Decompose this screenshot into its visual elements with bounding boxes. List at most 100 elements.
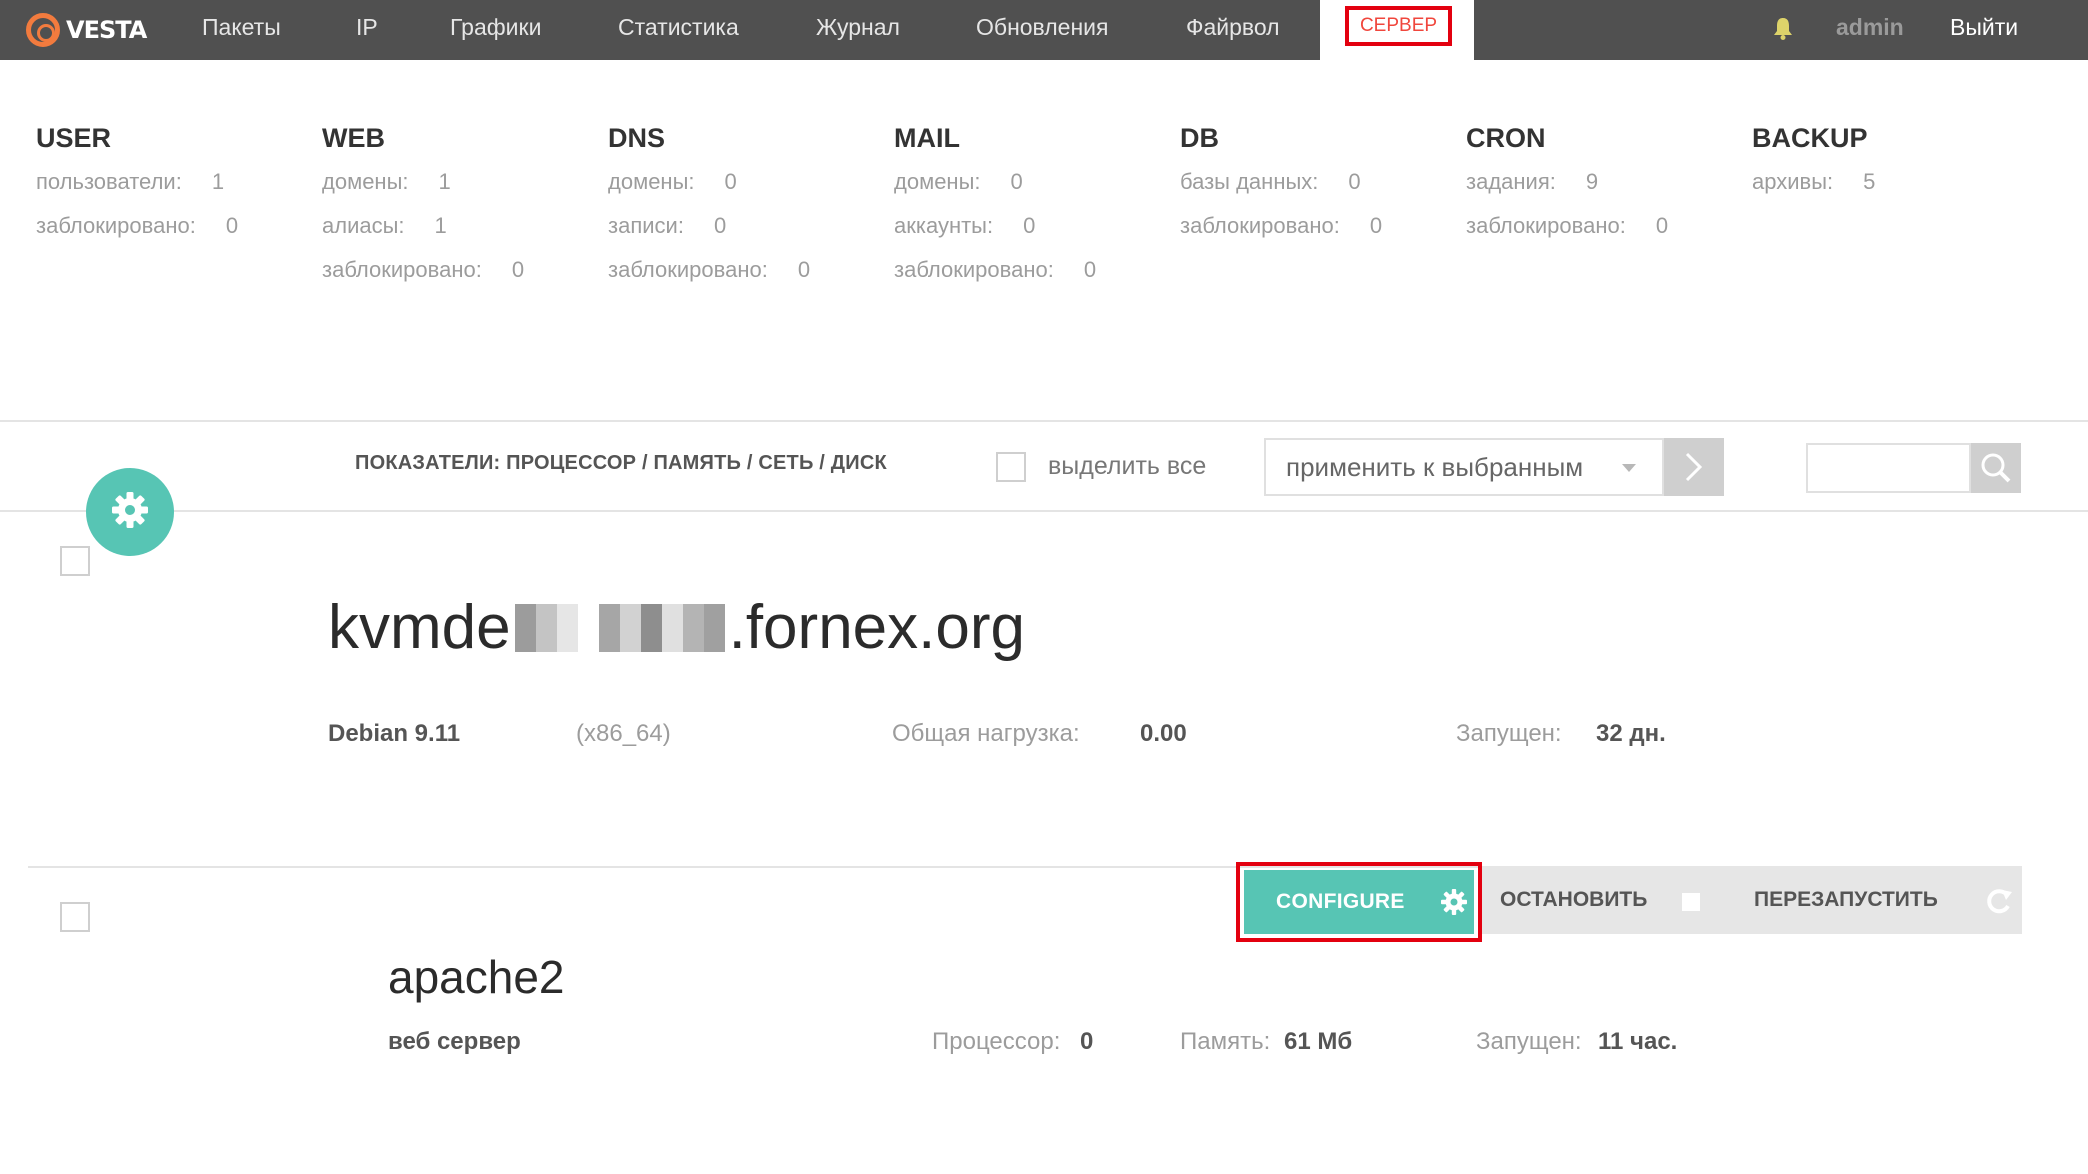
stats-dns-title[interactable]: DNS <box>608 120 810 156</box>
stat-value: 9 <box>1585 169 1599 194</box>
stats-db-title[interactable]: DB <box>1180 120 1382 156</box>
stats-user: USER пользователи: 1 заблокировано: 0 <box>36 120 238 244</box>
app-root: VESTA Пакеты IP Графики Статистика Журна… <box>0 0 2088 1174</box>
configure-button[interactable]: CONFIGURE <box>1244 870 1474 934</box>
stat-value: 0 <box>1655 213 1669 238</box>
server-hostname: kvmde .fornex.org <box>328 592 1025 663</box>
stats-web-title[interactable]: WEB <box>322 120 524 156</box>
server-arch: (x86_64) <box>576 720 671 747</box>
top-nav-bar: VESTA Пакеты IP Графики Статистика Журна… <box>0 0 2088 60</box>
stats-web: WEB домены: 1 алиасы: 1 заблокировано: 0 <box>322 120 524 288</box>
server-settings-button[interactable] <box>86 468 174 556</box>
stat-label: домены: <box>608 169 695 194</box>
stat-value: 1 <box>438 169 451 194</box>
service-cpu-label: Процессор: <box>932 1028 1061 1055</box>
stat-value: 0 <box>511 257 525 282</box>
nav-item-graphs[interactable]: Графики <box>450 0 541 60</box>
select-all-label[interactable]: выделить все <box>1048 452 1206 481</box>
stat-label: архивы: <box>1752 169 1834 194</box>
stop-button-label: ОСТАНОВИТЬ <box>1500 888 1648 911</box>
stat-label: аккаунты: <box>894 213 994 238</box>
nav-item-log[interactable]: Журнал <box>816 0 900 60</box>
stop-icon <box>1682 893 1700 911</box>
stat-value: 0 <box>1023 213 1036 238</box>
stat-label: записи: <box>608 213 684 238</box>
stat-label: заблокировано: <box>36 213 196 238</box>
nav-item-ip[interactable]: IP <box>356 0 378 60</box>
stat-value: 1 <box>211 169 225 194</box>
vesta-logo[interactable]: VESTA <box>26 10 147 50</box>
metrics-link[interactable]: ПОКАЗАТЕЛИ: ПРОЦЕССОР / ПАМЯТЬ / СЕТЬ / … <box>355 452 887 475</box>
stat-label: базы данных: <box>1180 169 1319 194</box>
stat-row: базы данных: 0 <box>1180 164 1382 200</box>
toolbar-top-divider <box>0 420 2088 422</box>
service-select-checkbox[interactable] <box>60 902 90 932</box>
apply-action-select[interactable]: применить к выбранным <box>1264 438 1664 496</box>
select-all-checkbox[interactable] <box>996 452 1026 482</box>
stat-row: пользователи: 1 <box>36 164 238 200</box>
stat-label: заблокировано: <box>322 257 482 282</box>
chevron-right-icon <box>1685 452 1703 482</box>
stat-value: 0 <box>1010 169 1023 194</box>
stat-label: задания: <box>1466 169 1556 194</box>
stat-label: заблокировано: <box>894 257 1054 282</box>
stats-cron: CRON задания: 9 заблокировано: 0 <box>1466 120 1668 244</box>
gear-icon <box>112 492 148 528</box>
stat-value: 0 <box>797 257 811 282</box>
nav-item-packages[interactable]: Пакеты <box>202 0 281 60</box>
restart-button[interactable]: ПЕРЕЗАПУСТИТЬ <box>1732 866 2022 934</box>
stat-row: домены: 0 <box>894 164 1096 200</box>
logo-icon <box>26 13 60 47</box>
stats-backup-title[interactable]: BACKUP <box>1752 120 1875 156</box>
apply-action-select-value: применить к выбранным <box>1286 452 1584 482</box>
stat-label: пользователи: <box>36 169 182 194</box>
stat-row: заблокировано: 0 <box>1466 208 1668 244</box>
server-select-checkbox[interactable] <box>60 546 90 576</box>
nav-item-server-label[interactable]: СЕРВЕР <box>1345 6 1452 46</box>
stat-label: домены: <box>322 169 409 194</box>
service-uptime-value: 11 час. <box>1598 1028 1678 1055</box>
stat-row: домены: 0 <box>608 164 810 200</box>
stat-row: архивы: 5 <box>1752 164 1875 200</box>
stats-user-title[interactable]: USER <box>36 120 238 156</box>
stat-label: заблокировано: <box>608 257 768 282</box>
server-hostname-prefix: kvmde <box>328 593 511 662</box>
restart-button-label: ПЕРЕЗАПУСТИТЬ <box>1754 888 1938 911</box>
service-cpu-value: 0 <box>1080 1028 1094 1055</box>
nav-item-updates[interactable]: Обновления <box>976 0 1108 60</box>
stat-row: заблокировано: 0 <box>36 208 238 244</box>
stat-value: 1 <box>434 213 447 238</box>
service-type: веб сервер <box>388 1028 521 1055</box>
restart-icon <box>1987 889 2012 914</box>
stats-mail-title[interactable]: MAIL <box>894 120 1096 156</box>
nav-item-statistics[interactable]: Статистика <box>618 0 739 60</box>
server-os: Debian 9.11 <box>328 720 461 747</box>
logout-link[interactable]: Выйти <box>1950 0 2018 54</box>
stat-row: записи: 0 <box>608 208 810 244</box>
user-link[interactable]: admin <box>1836 0 1904 54</box>
stop-button[interactable]: ОСТАНОВИТЬ <box>1482 866 1732 934</box>
stat-value: 5 <box>1863 169 1876 194</box>
service-mem-label: Память: <box>1180 1028 1271 1055</box>
configure-button-highlight[interactable]: CONFIGURE <box>1236 862 1482 942</box>
toolbar-bottom-divider <box>0 510 2088 512</box>
stat-value: 0 <box>1369 213 1383 238</box>
server-load-value: 0.00 <box>1140 720 1187 747</box>
stats-mail: MAIL домены: 0 аккаунты: 0 заблокировано: 0 <box>894 120 1096 288</box>
stat-row: заблокировано: 0 <box>608 252 810 288</box>
stat-label: заблокировано: <box>1180 213 1340 238</box>
apply-go-button[interactable] <box>1664 438 1724 496</box>
stats-cron-title[interactable]: CRON <box>1466 120 1668 156</box>
service-name: apache2 <box>388 951 565 1003</box>
stat-row: заблокировано: 0 <box>322 252 524 288</box>
stat-value: 0 <box>225 213 239 238</box>
stat-row: заблокировано: 0 <box>1180 208 1382 244</box>
bell-icon[interactable] <box>1772 16 1794 40</box>
nav-item-firewall[interactable]: Файрвол <box>1186 0 1280 60</box>
logo-text: VESTA <box>66 16 147 44</box>
stat-row: домены: 1 <box>322 164 524 200</box>
search-input[interactable] <box>1806 443 1971 493</box>
search-button[interactable] <box>1971 443 2021 493</box>
stats-backup: BACKUP архивы: 5 <box>1752 120 1875 200</box>
stat-value: 0 <box>713 213 727 238</box>
